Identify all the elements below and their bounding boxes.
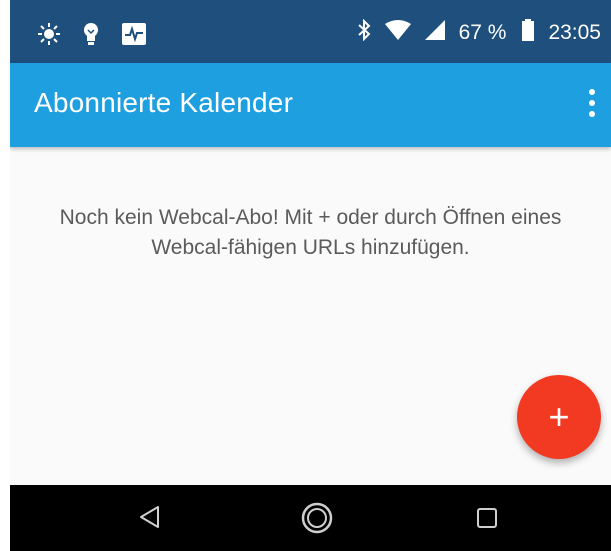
add-icon: + (548, 396, 570, 437)
more-vert-icon[interactable] (585, 89, 599, 123)
bluetooth-icon (357, 18, 371, 46)
status-time: 23:05 (548, 20, 601, 44)
empty-state-message: Noch kein Webcal-Abo! Mit + oder durch Ö… (10, 203, 611, 263)
battery-icon (522, 19, 535, 46)
navigation-bar (10, 485, 611, 551)
activity-monitor-icon (122, 23, 146, 50)
back-icon[interactable] (138, 505, 160, 534)
status-bar-left (38, 22, 146, 51)
app-bar: Abonnierte Kalender (10, 63, 611, 147)
app-screen: 67 % 23:05 Abonnierte Kalender Noch kein… (10, 0, 611, 551)
battery-percentage: 67 % (458, 20, 507, 44)
recents-icon[interactable] (476, 507, 498, 534)
empty-message-line-2: Webcal-fähigen URLs hinzufügen. (151, 236, 470, 259)
brightness-icon (38, 23, 60, 50)
cell-signal-icon (424, 20, 445, 45)
status-bar: 67 % 23:05 (10, 0, 611, 63)
empty-message-line-1: Noch kein Webcal-Abo! Mit + oder durch Ö… (59, 206, 562, 229)
status-bar-right: 67 % 23:05 (357, 18, 601, 46)
lightbulb-icon (82, 22, 100, 51)
page-title: Abonnierte Kalender (34, 87, 294, 118)
add-subscription-button[interactable]: + (517, 375, 601, 459)
home-icon[interactable] (300, 501, 334, 540)
wifi-icon (384, 20, 411, 45)
